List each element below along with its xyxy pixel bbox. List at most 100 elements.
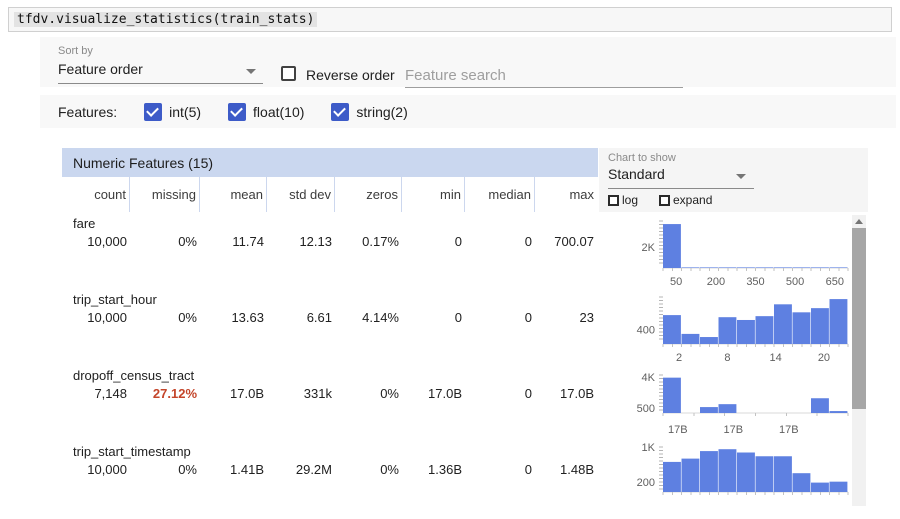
histogram-bar <box>811 483 829 492</box>
feature-filter-panel: Features: int(5) float(10) string(2) <box>40 95 896 128</box>
chart-type-value: Standard <box>608 166 665 182</box>
histogram-bar <box>700 267 718 268</box>
feature-name: trip_start_hour <box>62 292 598 309</box>
stat-value: 0 <box>465 385 535 403</box>
feature-type-item: int(5) <box>144 103 201 121</box>
svg-text:50: 50 <box>670 276 682 288</box>
histogram-bar <box>700 451 718 492</box>
column-header: std dev <box>267 177 335 212</box>
histogram-dropoff_census_tract: 4K50017B17B17B <box>598 367 870 443</box>
svg-text:17B: 17B <box>668 424 688 436</box>
histogram-bar <box>719 404 737 413</box>
histogram-bar <box>793 267 811 268</box>
column-header: median <box>465 177 535 212</box>
stat-value: 0.17% <box>335 233 402 251</box>
column-header: zeros <box>335 177 402 212</box>
feature-stats: 7,14827.12%17.0B331k0%17.0B017.0B <box>62 385 598 403</box>
expand-label: expand <box>673 193 712 207</box>
histogram-bar <box>719 267 737 268</box>
sort-panel: Sort by Feature order Reverse order <box>40 37 896 87</box>
feature-type-checkbox[interactable] <box>331 103 349 121</box>
feature-name: fare <box>62 216 598 233</box>
column-header: mean <box>200 177 267 212</box>
histogram-bar <box>700 337 718 344</box>
histogram-bar <box>682 459 700 492</box>
stat-value: 1.36B <box>402 461 465 479</box>
histogram-column: 2K502003505006504002814204K50017B17B17B1… <box>598 215 870 519</box>
stat-value: 0% <box>130 309 200 327</box>
histogram-bar <box>774 267 792 268</box>
histogram-bar <box>811 308 829 344</box>
histogram-fare: 2K50200350500650 <box>598 215 870 291</box>
stat-value: 12.13 <box>267 233 335 251</box>
log-checkbox[interactable] <box>608 195 619 206</box>
stat-value: 0 <box>465 461 535 479</box>
scroll-up-icon[interactable] <box>852 215 866 228</box>
histogram-bar <box>830 482 848 492</box>
histogram-bar <box>830 411 848 413</box>
stat-value: 10,000 <box>62 461 130 479</box>
feature-type-checkbox[interactable] <box>144 103 162 121</box>
column-header: count <box>62 177 130 212</box>
stat-value: 11.74 <box>200 233 267 251</box>
sort-order-select[interactable]: Feature order <box>58 61 263 84</box>
charts-scrollbar[interactable] <box>852 215 866 506</box>
histogram-bar <box>830 299 848 344</box>
reverse-order-checkbox[interactable] <box>281 66 296 81</box>
svg-text:4K: 4K <box>642 372 656 384</box>
histogram-bar <box>737 453 755 493</box>
feature-stats: 10,0000%11.7412.130.17%00700.07 <box>62 233 598 251</box>
histogram-bar <box>737 320 755 344</box>
stat-value: 23 <box>535 309 597 327</box>
stat-value: 17.0B <box>402 385 465 403</box>
histogram-bar <box>811 267 829 268</box>
svg-text:2: 2 <box>676 352 682 364</box>
table-row: trip_start_hour 10,0000%13.636.614.14%00… <box>62 288 598 364</box>
stat-value: 0% <box>335 461 402 479</box>
reverse-order-label: Reverse order <box>306 67 395 83</box>
feature-type-checkbox[interactable] <box>228 103 246 121</box>
numeric-features-title: Numeric Features (15) <box>73 155 213 171</box>
scrollbar-thumb[interactable] <box>852 228 866 409</box>
stat-value: 700.07 <box>535 233 597 251</box>
feature-type-item: string(2) <box>331 103 407 121</box>
histogram-bar <box>774 456 792 492</box>
column-header: missing <box>130 177 200 212</box>
chevron-down-icon <box>246 69 256 74</box>
code-text: tfdv.visualize_statistics(train_stats) <box>14 12 317 27</box>
chevron-down-icon <box>736 174 746 179</box>
svg-text:400: 400 <box>637 325 655 337</box>
stat-value: 0 <box>402 309 465 327</box>
column-header: min <box>402 177 465 212</box>
histogram-bar <box>719 317 737 344</box>
table-row: dropoff_census_tract 7,14827.12%17.0B331… <box>62 364 598 440</box>
stat-value: 13.63 <box>200 309 267 327</box>
column-header: max <box>535 177 597 212</box>
feature-type-item: float(10) <box>228 103 304 121</box>
sort-order-value: Feature order <box>58 61 143 77</box>
feature-type-label: string(2) <box>356 104 407 120</box>
svg-text:2K: 2K <box>642 242 656 254</box>
histogram-bar <box>682 267 700 268</box>
stat-value: 1.41B <box>200 461 267 479</box>
stat-value: 27.12% <box>130 385 200 403</box>
histogram-bar <box>663 315 681 344</box>
svg-text:200: 200 <box>707 276 725 288</box>
feature-search-input[interactable] <box>405 64 683 88</box>
histogram-trip_start_timestamp: 1K200 <box>598 443 870 519</box>
numeric-features-header: Numeric Features (15) <box>62 148 598 177</box>
stat-value: 0% <box>335 385 402 403</box>
histogram-bar <box>737 267 755 268</box>
code-cell[interactable]: tfdv.visualize_statistics(train_stats) <box>8 7 892 32</box>
table-row: trip_start_timestamp 10,0000%1.41B29.2M0… <box>62 440 598 516</box>
histogram-bar <box>700 407 718 413</box>
histogram-bar <box>811 398 829 413</box>
svg-text:17B: 17B <box>724 424 744 436</box>
stat-value: 0 <box>465 309 535 327</box>
stat-value: 0% <box>130 233 200 251</box>
svg-text:350: 350 <box>746 276 764 288</box>
expand-checkbox[interactable] <box>659 195 670 206</box>
feature-type-list: int(5) float(10) string(2) <box>117 103 408 121</box>
chart-type-select[interactable]: Standard <box>608 166 754 189</box>
svg-text:20: 20 <box>818 352 830 364</box>
